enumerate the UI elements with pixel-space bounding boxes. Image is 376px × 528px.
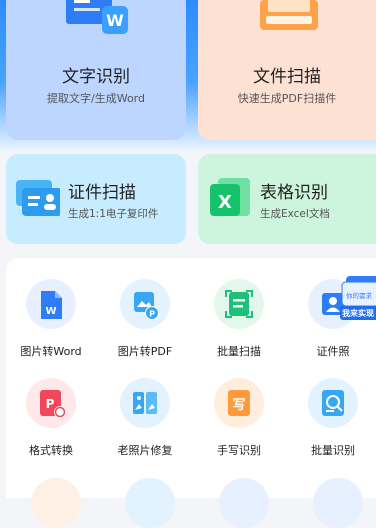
- feedback-line-1: 你的需求: [346, 292, 372, 300]
- tool-label: 批量扫描: [217, 345, 261, 358]
- tool-format-convert[interactable]: P 格式转换: [6, 378, 96, 458]
- photo-repair-icon: [120, 378, 170, 428]
- svg-text:W: W: [106, 11, 124, 30]
- svg-text:写: 写: [232, 398, 245, 413]
- image-to-pdf-icon: P: [120, 279, 170, 329]
- svg-text:P: P: [149, 310, 155, 319]
- tool-batch-recognition[interactable]: 批量识别: [288, 378, 376, 458]
- svg-text:W: W: [45, 306, 56, 317]
- handwriting-icon: 写: [214, 378, 264, 428]
- card-subtitle: 快速生成PDF扫描件: [237, 92, 337, 105]
- svg-text:X: X: [218, 192, 232, 213]
- scanner-icon: [260, 0, 318, 30]
- card-table-recognition[interactable]: X 表格识别 生成Excel文档: [198, 154, 376, 244]
- card-subtitle: 生成Excel文档: [260, 208, 330, 220]
- tool-batch-scan[interactable]: 批量扫描: [194, 279, 284, 359]
- card-title: 表格识别: [260, 183, 328, 203]
- batch-scan-icon: [214, 279, 264, 329]
- card-subtitle: 提取文字/生成Word: [47, 92, 145, 105]
- batch-recognition-icon: [308, 378, 358, 428]
- tool-image-to-word[interactable]: W 图片转Word: [6, 279, 96, 359]
- card-text-recognition[interactable]: W 文字识别 提取文字/生成Word: [6, 0, 186, 140]
- excel-icon: X: [210, 178, 250, 216]
- tool-row-3-partial: [0, 472, 376, 528]
- card-subtitle: 生成1:1电子复印件: [68, 208, 159, 220]
- tool-label: 图片转Word: [20, 345, 82, 358]
- svg-text:P: P: [46, 397, 55, 411]
- tool-label: 格式转换: [29, 444, 73, 457]
- id-card-icon: [16, 180, 60, 216]
- tool-label: 批量识别: [311, 444, 355, 457]
- tool-old-photo-repair[interactable]: 老照片修复: [100, 378, 190, 458]
- feedback-line-2: 我来实现: [342, 309, 374, 318]
- tool-label: 图片转PDF: [117, 345, 173, 358]
- feedback-floating-button[interactable]: 你的需求 我来实现: [340, 276, 376, 322]
- tool-image-to-pdf[interactable]: P 图片转PDF: [100, 279, 190, 359]
- format-convert-icon: P: [26, 378, 76, 428]
- card-id-scan[interactable]: 证件扫描 生成1:1电子复印件: [6, 154, 186, 244]
- word-doc-icon: W: [66, 0, 128, 34]
- tool-label: 证件照: [316, 345, 350, 358]
- tool-label: 老照片修复: [117, 444, 173, 457]
- card-title: 证件扫描: [68, 183, 136, 203]
- card-title: 文件扫描: [253, 67, 321, 87]
- card-title: 文字识别: [62, 67, 130, 87]
- tool-label: 手写识别: [217, 444, 261, 457]
- image-to-word-icon: W: [26, 279, 76, 329]
- tool-handwriting[interactable]: 写 手写识别: [194, 378, 284, 458]
- card-file-scan[interactable]: 文件扫描 快速生成PDF扫描件: [198, 0, 376, 140]
